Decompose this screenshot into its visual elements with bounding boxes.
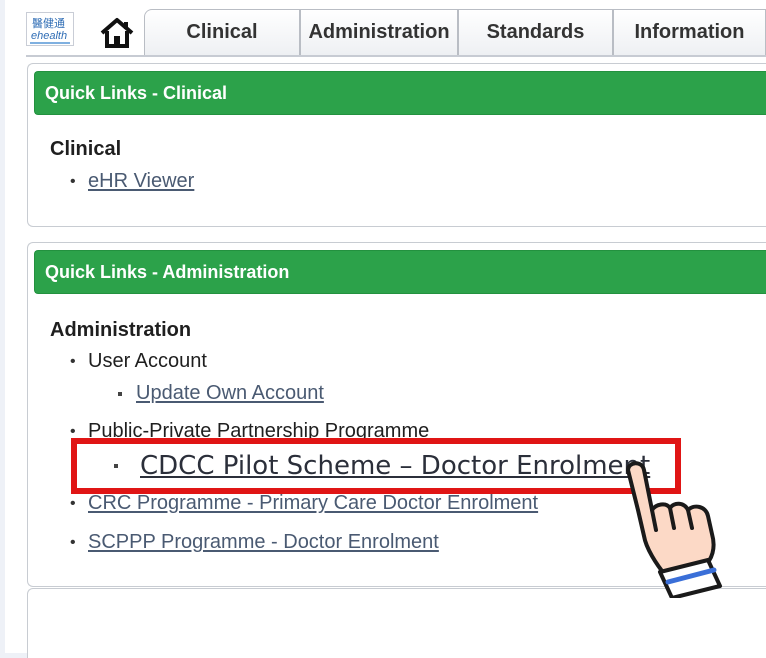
clinical-section-title: Clinical — [50, 138, 122, 160]
pointing-hand-icon — [626, 461, 722, 598]
list-item: • eHR Viewer — [70, 170, 194, 193]
logo-chinese-text: 醫健通 — [32, 17, 65, 30]
cdcc-pilot-scheme-link[interactable]: CDCC Pilot Scheme – Doctor Enrolment — [140, 451, 650, 481]
user-account-label: User Account — [88, 350, 207, 372]
logo-english-text: ehealth — [31, 30, 68, 42]
clinical-panel-header: Quick Links - Clinical — [34, 71, 766, 115]
highlighted-list-item: CDCC Pilot Scheme – Doctor Enrolment — [114, 451, 650, 481]
empty-panel — [27, 588, 766, 658]
bullet: • — [70, 533, 76, 551]
logo-underline — [30, 42, 70, 44]
administration-panel-header: Quick Links - Administration — [34, 250, 766, 294]
crc-programme-link[interactable]: CRC Programme - Primary Care Doctor Enro… — [88, 492, 538, 515]
bullet: • — [70, 352, 76, 370]
administration-section-title: Administration — [50, 319, 192, 341]
ehealth-logo[interactable]: 醫健通 ehealth — [26, 12, 74, 46]
tab-information[interactable]: Information — [613, 9, 766, 55]
tab-clinical[interactable]: Clinical — [144, 9, 300, 55]
home-button[interactable] — [89, 10, 145, 55]
list-item: • User Account — [70, 350, 207, 373]
scppp-programme-link[interactable]: SCPPP Programme - Doctor Enrolment — [88, 531, 439, 554]
clinical-quick-links-panel: Quick Links - Clinical Clinical • eHR Vi… — [27, 63, 766, 227]
tab-administration[interactable]: Administration — [300, 9, 458, 55]
list-item: Update Own Account — [118, 382, 324, 405]
update-own-account-link[interactable]: Update Own Account — [136, 382, 324, 405]
square-bullet — [118, 391, 136, 396]
list-item: • SCPPP Programme - Doctor Enrolment — [70, 531, 439, 554]
ehr-viewer-link[interactable]: eHR Viewer — [88, 170, 194, 193]
tab-divider — [26, 55, 766, 57]
list-item: • CRC Programme - Primary Care Doctor En… — [70, 492, 538, 515]
home-icon — [100, 17, 134, 48]
bullet: • — [70, 494, 76, 512]
tab-standards[interactable]: Standards — [458, 9, 613, 55]
bullet: • — [70, 172, 76, 190]
square-bullet — [114, 464, 140, 468]
